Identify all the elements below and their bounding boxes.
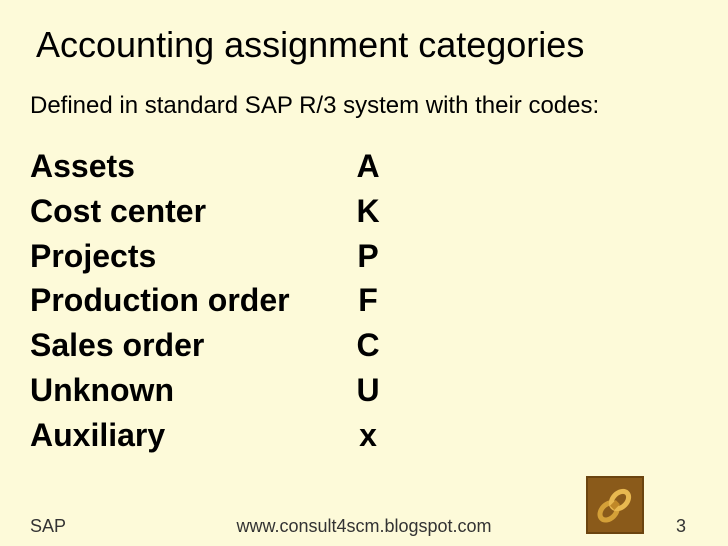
list-item: Projects P — [30, 234, 698, 279]
category-code: A — [338, 144, 398, 189]
chain-link-icon — [586, 476, 644, 534]
slide-title: Accounting assignment categories — [36, 24, 698, 66]
category-code: C — [338, 323, 398, 368]
category-name: Assets — [30, 144, 338, 189]
category-name: Sales order — [30, 323, 338, 368]
page-number: 3 — [676, 516, 686, 537]
list-item: Auxiliary x — [30, 413, 698, 458]
list-item: Cost center K — [30, 189, 698, 234]
category-name: Auxiliary — [30, 413, 338, 458]
slide-subtitle: Defined in standard SAP R/3 system with … — [30, 92, 698, 120]
category-code: U — [338, 368, 398, 413]
list-item: Assets A — [30, 144, 698, 189]
list-item: Production order F — [30, 278, 698, 323]
category-name: Production order — [30, 278, 338, 323]
category-name: Projects — [30, 234, 338, 279]
category-code: x — [338, 413, 398, 458]
footer-url: www.consult4scm.blogspot.com — [236, 516, 491, 537]
category-list: Assets A Cost center K Projects P Produc… — [30, 144, 698, 458]
list-item: Sales order C — [30, 323, 698, 368]
footer-left-text: SAP — [30, 516, 66, 537]
category-code: K — [338, 189, 398, 234]
category-code: P — [338, 234, 398, 279]
slide: Accounting assignment categories Defined… — [0, 0, 728, 546]
category-name: Cost center — [30, 189, 338, 234]
list-item: Unknown U — [30, 368, 698, 413]
category-name: Unknown — [30, 368, 338, 413]
category-code: F — [338, 278, 398, 323]
